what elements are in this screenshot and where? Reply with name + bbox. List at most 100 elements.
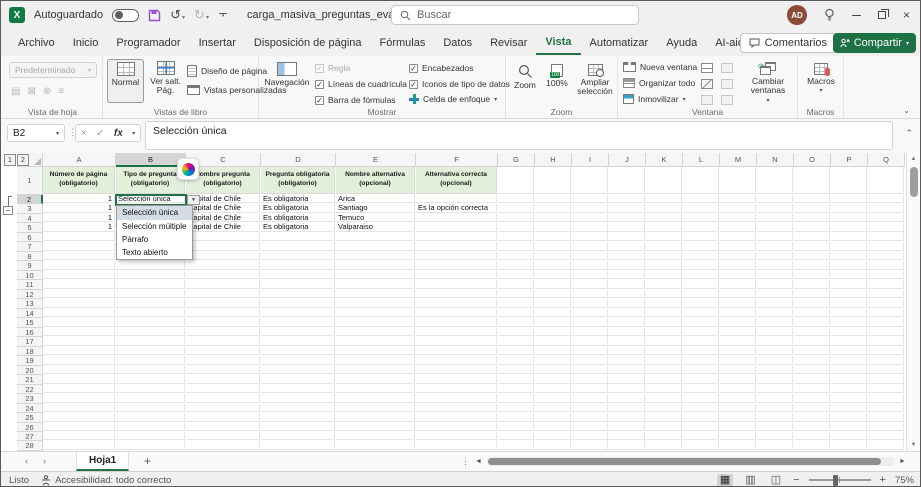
cell-I14[interactable] (572, 309, 608, 317)
cell-H25[interactable] (535, 413, 571, 421)
page-break-view-toggle-icon[interactable]: ◫ (768, 474, 784, 487)
cell-J18[interactable] (609, 347, 645, 355)
cell-J22[interactable] (609, 385, 645, 393)
cell-F6[interactable] (416, 233, 497, 241)
dropdown-option-seleccion-multiple[interactable]: Selección múltiple (117, 220, 192, 233)
row-header-11[interactable]: 11 (17, 280, 43, 289)
cell-N5[interactable] (757, 223, 793, 231)
fx-caret-icon[interactable]: ▾ (132, 130, 135, 137)
cell-F5[interactable] (416, 223, 497, 231)
cell-H11[interactable] (535, 280, 571, 288)
cell-P10[interactable] (831, 271, 867, 279)
cell-F24[interactable] (416, 404, 497, 412)
cell-O22[interactable] (794, 385, 830, 393)
cell-I8[interactable] (572, 252, 608, 260)
cell-A25[interactable] (43, 413, 115, 421)
row-header-10[interactable]: 10 (17, 271, 43, 280)
cell-H15[interactable] (535, 318, 571, 326)
checkbox-barra-formulas[interactable]: ✓Barra de fórmulas (315, 95, 396, 105)
cell-H21[interactable] (535, 375, 571, 383)
cell-F15[interactable] (416, 318, 497, 326)
cell-B11[interactable] (116, 280, 185, 288)
cell-E13[interactable] (336, 299, 415, 307)
cell-F12[interactable] (416, 290, 497, 298)
cell-M16[interactable] (720, 328, 756, 336)
cell-A17[interactable] (43, 337, 115, 345)
column-header-M[interactable]: M (720, 153, 757, 167)
cell-J1[interactable] (609, 167, 645, 194)
cell-H9[interactable] (535, 261, 571, 269)
cell-E18[interactable] (336, 347, 415, 355)
cell-E8[interactable] (336, 252, 415, 260)
cell-D10[interactable] (261, 271, 335, 279)
cell-P7[interactable] (831, 242, 867, 250)
undo-button[interactable]: ↺▾ (170, 8, 185, 22)
cell-I10[interactable] (572, 271, 608, 279)
cell-O28[interactable] (794, 441, 830, 449)
tab-archivo[interactable]: Archivo (9, 32, 64, 54)
cell-D19[interactable] (261, 356, 335, 364)
cell-M5[interactable] (720, 223, 756, 231)
cell-E5[interactable]: Valparaiso (336, 223, 415, 231)
cell-H22[interactable] (535, 385, 571, 393)
cell-L7[interactable] (683, 242, 719, 250)
cell-K17[interactable] (646, 337, 682, 345)
cell-P17[interactable] (831, 337, 867, 345)
cell-H7[interactable] (535, 242, 571, 250)
cell-P4[interactable] (831, 214, 867, 222)
cell-N3[interactable] (757, 204, 793, 212)
avatar[interactable]: AD (787, 5, 807, 25)
cell-A3[interactable]: 1 (43, 204, 115, 212)
cell-H1[interactable] (535, 167, 571, 194)
page-layout-button[interactable]: Diseño de página (187, 65, 267, 77)
cell-J8[interactable] (609, 252, 645, 260)
cell-P12[interactable] (831, 290, 867, 298)
column-header-G[interactable]: G (498, 153, 535, 167)
row-header-24[interactable]: 24 (17, 404, 43, 413)
cell-F11[interactable] (416, 280, 497, 288)
cell-F3[interactable]: Es la opción correcta (416, 204, 497, 212)
add-sheet-icon[interactable]: + (144, 454, 151, 468)
cell-Q23[interactable] (868, 394, 904, 402)
cell-C13[interactable] (186, 299, 260, 307)
column-header-Q[interactable]: Q (868, 153, 905, 167)
cell-J24[interactable] (609, 404, 645, 412)
cell-J20[interactable] (609, 366, 645, 374)
cell-Q2[interactable] (868, 195, 904, 203)
horizontal-scroll-thumb[interactable] (488, 458, 881, 465)
cell-L10[interactable] (683, 271, 719, 279)
cell-L5[interactable] (683, 223, 719, 231)
cell-C14[interactable] (186, 309, 260, 317)
cell-F17[interactable] (416, 337, 497, 345)
row-header-27[interactable]: 27 (17, 432, 43, 441)
cell-G21[interactable] (498, 375, 534, 383)
cell-A8[interactable] (43, 252, 115, 260)
cell-Q25[interactable] (868, 413, 904, 421)
cell-K4[interactable] (646, 214, 682, 222)
cell-G26[interactable] (498, 423, 534, 431)
dropdown-option-seleccion-unica[interactable]: Selección única (117, 206, 192, 219)
cell-F20[interactable] (416, 366, 497, 374)
cell-I17[interactable] (572, 337, 608, 345)
cell-C28[interactable] (186, 441, 260, 449)
zoom-level[interactable]: 75% (895, 475, 914, 486)
cancel-entry-icon[interactable]: × (81, 128, 87, 139)
cell-J4[interactable] (609, 214, 645, 222)
cell-I24[interactable] (572, 404, 608, 412)
cell-H28[interactable] (535, 441, 571, 449)
cell-A11[interactable] (43, 280, 115, 288)
column-header-E[interactable]: E (336, 153, 416, 167)
cell-N14[interactable] (757, 309, 793, 317)
cell-D23[interactable] (261, 394, 335, 402)
cell-P9[interactable] (831, 261, 867, 269)
cell-G17[interactable] (498, 337, 534, 345)
cell-J26[interactable] (609, 423, 645, 431)
cell-H23[interactable] (535, 394, 571, 402)
cell-H18[interactable] (535, 347, 571, 355)
cell-J10[interactable] (609, 271, 645, 279)
sheet-view-preset-dropdown[interactable]: Predeterminado▾ (9, 62, 97, 78)
cell-Q21[interactable] (868, 375, 904, 383)
cell-P20[interactable] (831, 366, 867, 374)
cell-G27[interactable] (498, 432, 534, 440)
cell-O4[interactable] (794, 214, 830, 222)
